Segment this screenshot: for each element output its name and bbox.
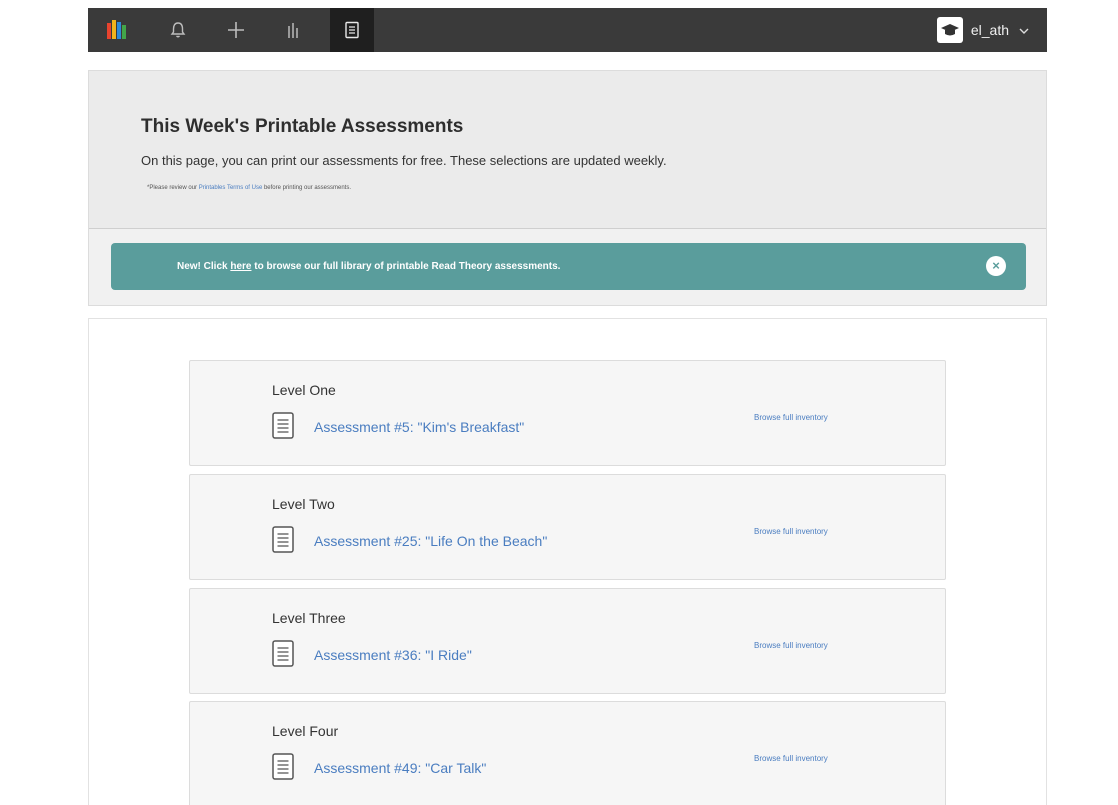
user-name: el_ath [970,22,1009,38]
top-nav-bar: el_ath [88,8,1047,52]
chevron-down-icon [1019,22,1029,38]
document-icon [272,526,294,553]
assessments-panel: Level One Assessment #5: "Kim's Breakfas… [88,318,1047,805]
document-icon [272,412,294,439]
terms-prefix: *Please review our [147,185,199,191]
level-name: Level Four [272,723,339,739]
logo-icon [107,20,126,39]
banner-here-link[interactable]: here [230,261,251,272]
document-icon [272,640,294,667]
level-card: Level Four Assessment #49: "Car Talk" Br… [189,701,946,805]
browse-inventory-link[interactable]: Browse full inventory [754,754,828,763]
assessment-link[interactable]: Assessment #36: "I Ride" [314,647,472,663]
terms-link[interactable]: Printables Terms of Use [199,185,263,191]
add-button[interactable] [214,8,258,52]
document-icon [345,21,359,39]
terms-note: *Please review our Printables Terms of U… [147,185,351,191]
reports-button[interactable] [272,8,316,52]
level-name: Level Three [272,610,346,626]
graduation-cap-icon [940,24,959,36]
bell-icon [170,22,186,38]
level-card: Level Two Assessment #25: "Life On the B… [189,474,946,580]
banner-text: New! Click here to browse our full libra… [177,261,560,272]
terms-suffix: before printing our assessments. [262,185,352,191]
document-icon [272,753,294,780]
bar-chart-icon [288,23,298,38]
browse-inventory-link[interactable]: Browse full inventory [754,413,828,422]
header-intro: This Week's Printable Assessments On thi… [89,71,1046,229]
printables-button[interactable] [330,8,374,52]
header-panel: This Week's Printable Assessments On thi… [88,70,1047,306]
assessment-link[interactable]: Assessment #25: "Life On the Beach" [314,533,547,549]
plus-icon [228,22,244,38]
page-title: This Week's Printable Assessments [141,116,464,137]
level-name: Level Two [272,496,335,512]
close-icon[interactable]: × [986,256,1006,276]
new-library-banner: New! Click here to browse our full libra… [111,243,1026,290]
level-card: Level Three Assessment #36: "I Ride" Bro… [189,588,946,694]
browse-inventory-link[interactable]: Browse full inventory [754,527,828,536]
notifications-button[interactable] [156,8,200,52]
assessment-link[interactable]: Assessment #5: "Kim's Breakfast" [314,419,524,435]
user-menu[interactable]: el_ath [936,8,1029,52]
avatar [936,17,963,43]
banner-suffix: to browse our full library of printable … [251,261,561,272]
banner-prefix: New! Click [177,261,231,272]
level-name: Level One [272,382,336,398]
logo-button[interactable] [96,8,140,52]
assessment-link[interactable]: Assessment #49: "Car Talk" [314,760,486,776]
browse-inventory-link[interactable]: Browse full inventory [754,641,828,650]
level-card: Level One Assessment #5: "Kim's Breakfas… [189,360,946,466]
page-description: On this page, you can print our assessme… [141,153,667,168]
